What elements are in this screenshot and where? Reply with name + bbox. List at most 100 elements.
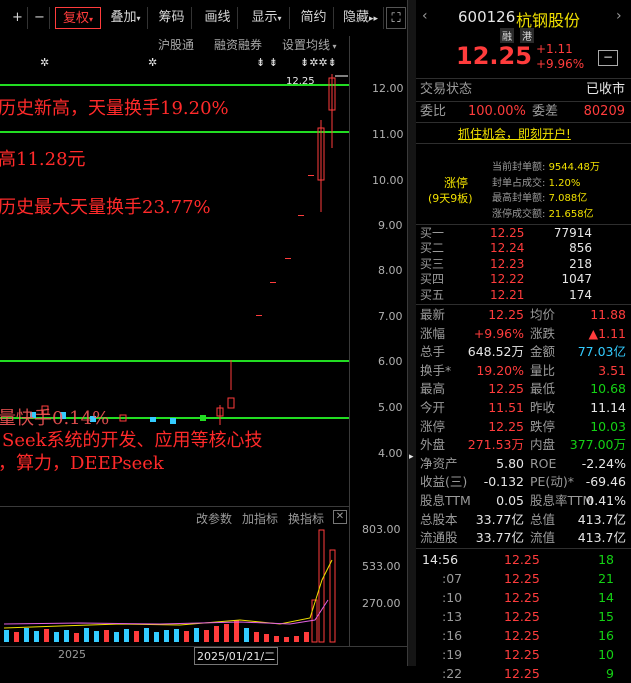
zoom-out-button[interactable]: −: [30, 7, 50, 29]
stat-value: 9544.48万: [548, 162, 600, 173]
zoom-in-button[interactable]: +: [8, 7, 28, 29]
stat-label: 换手*: [420, 362, 452, 378]
volume-chart[interactable]: [0, 520, 350, 645]
overlay-label: 叠加: [110, 10, 137, 25]
collapse-arrow-icon[interactable]: ▸: [409, 452, 414, 462]
prev-stock-icon[interactable]: ‹: [422, 8, 428, 24]
stat-row: 总手 648.52万 金额 77.03亿: [420, 343, 628, 362]
stat-value: 12.25: [488, 307, 524, 322]
minimize-button[interactable]: −: [598, 50, 618, 66]
stat-row: 流通股 33.77亿 流值 413.7亿: [420, 529, 628, 548]
stat-row: 外盘 271.53万 内盘 377.00万: [420, 436, 628, 455]
dropdown-arrow-icon: ▾: [330, 42, 337, 51]
chips-button[interactable]: 筹码: [152, 7, 192, 29]
stat-row: 涨幅 +9.96% 涨跌 ▲1.11: [420, 325, 628, 344]
bid-row[interactable]: 买三 12.23 218: [420, 257, 628, 272]
margin-tag: 融: [500, 28, 514, 43]
bid-volume: 218: [569, 256, 592, 271]
next-stock-icon[interactable]: ›: [616, 8, 622, 24]
tick-price: 12.25: [504, 552, 540, 567]
stat-label: 当前封单额:: [492, 162, 546, 173]
dropdown-arrow-icon: ▾: [89, 15, 94, 24]
volume-tick-label: 803.00: [362, 523, 401, 536]
candle: [227, 397, 235, 409]
bid-row[interactable]: 买四 12.22 1047: [420, 272, 628, 287]
tick-volume: 9: [606, 666, 614, 681]
limit-stat-row: 当前封单额: 9544.48万: [492, 160, 600, 176]
y-tick-label: 5.00: [378, 401, 403, 414]
stat-label: 今开: [420, 399, 446, 415]
stat-value: 12.25: [488, 381, 524, 397]
stat-value: 11.88: [590, 307, 626, 322]
chart-panel[interactable]: + − 复权▾ 叠加▾ 筹码 画线 显示▾ 简约 隐藏▸▸ ⛶ 沪股通 融资融券…: [0, 0, 408, 666]
separator: [416, 224, 631, 225]
candle: [298, 215, 304, 216]
margin-link[interactable]: 融资融券: [214, 36, 262, 53]
adjust-dropdown[interactable]: 复权▾: [55, 7, 101, 29]
dropdown-arrow-icon: ▾: [136, 14, 141, 23]
candle: [285, 258, 291, 259]
price-high-marker: 12.25: [286, 76, 315, 87]
stat-label: 外盘: [420, 437, 446, 453]
bid-label: 买四: [420, 272, 445, 287]
stat-label: 总股本: [420, 511, 458, 527]
stat-value: 1.20%: [548, 177, 581, 189]
candle: [170, 418, 176, 424]
bid-label: 买五: [420, 287, 445, 302]
bid-volume: 77914: [553, 226, 592, 240]
stat-row: 换手* 19.20% 量比 3.51: [420, 362, 628, 381]
draw-button[interactable]: 画线: [198, 7, 238, 29]
cursor-date-label: 2025/01/21/二: [194, 647, 279, 665]
tick-price: 12.25: [504, 628, 540, 643]
stat-label: 流值: [530, 530, 556, 546]
stat-label: 最低: [530, 381, 556, 397]
panel-splitter[interactable]: ▸: [408, 0, 416, 666]
stat-label: ROE: [530, 455, 557, 471]
stat-row: 股息TTM 0.05 股息率TTM 0.41%: [420, 492, 628, 511]
display-label: 显示: [251, 10, 278, 25]
stat-row: 今开 11.51 昨收 11.14: [420, 399, 628, 418]
fullscreen-icon[interactable]: ⛶: [386, 7, 406, 29]
simple-button[interactable]: 简约: [294, 7, 334, 29]
stat-row: 收益(三) -0.132 PE(动)* -69.46: [420, 473, 628, 492]
stat-value: 12.25: [488, 418, 524, 434]
stat-value: 413.7亿: [577, 530, 626, 546]
dropdown-arrow-icon: ▾: [277, 14, 282, 23]
stat-value: 33.77亿: [475, 511, 524, 527]
double-arrow-icon: ▸▸: [368, 14, 379, 24]
tick-time: :13: [442, 609, 463, 624]
hsgt-link[interactable]: 沪股通: [158, 36, 194, 53]
ma-setting-link[interactable]: 设置均线 ▾: [282, 36, 337, 53]
promo-link[interactable]: 抓住机会，即刻开户!: [458, 125, 571, 142]
status-value: 已收市: [585, 82, 625, 97]
hide-button[interactable]: 隐藏▸▸: [338, 7, 384, 29]
tick-list[interactable]: 14:56 12.25 18:07 12.25 21:10 12.25 14:13 12.25…: [420, 550, 628, 683]
bid-row[interactable]: 买一 12.25 77914: [420, 226, 628, 241]
stat-label: 最高: [420, 381, 446, 397]
tick-volume: 18: [598, 552, 614, 567]
stat-label: 金额: [530, 344, 556, 360]
tick-volume: 21: [598, 571, 614, 586]
bid-price: 12.24: [490, 241, 525, 256]
bid-price: 12.21: [490, 287, 525, 302]
bid-volume: 1047: [561, 272, 592, 287]
separator: [416, 143, 631, 144]
chart-toolbar: + − 复权▾ 叠加▾ 筹码 画线 显示▾ 简约 隐藏▸▸ ⛶: [0, 7, 408, 29]
tick-row: :13 12.25 15: [420, 607, 628, 626]
annotation-text: 高11.28元: [0, 149, 86, 170]
bid-row[interactable]: 买二 12.24 856: [420, 241, 628, 256]
wb-label: 委比: [420, 104, 447, 119]
overlay-dropdown[interactable]: 叠加▾: [104, 7, 148, 29]
y-tick-label: 10.00: [372, 174, 404, 187]
bid-row[interactable]: 买五 12.21 174: [420, 288, 628, 303]
price-change: +1.11: [536, 42, 573, 56]
stat-value: 11.51: [488, 399, 524, 415]
tick-price: 12.25: [504, 647, 540, 662]
stat-row: 最新 12.25 均价 11.88: [420, 306, 628, 325]
tick-price: 12.25: [504, 571, 540, 586]
volume-bars: [3, 529, 336, 643]
limit-up-label: 涨停: [444, 176, 469, 190]
stat-value: 271.53万: [467, 437, 524, 453]
stat-label: 股息TTM: [420, 492, 471, 508]
display-dropdown[interactable]: 显示▾: [244, 7, 290, 29]
